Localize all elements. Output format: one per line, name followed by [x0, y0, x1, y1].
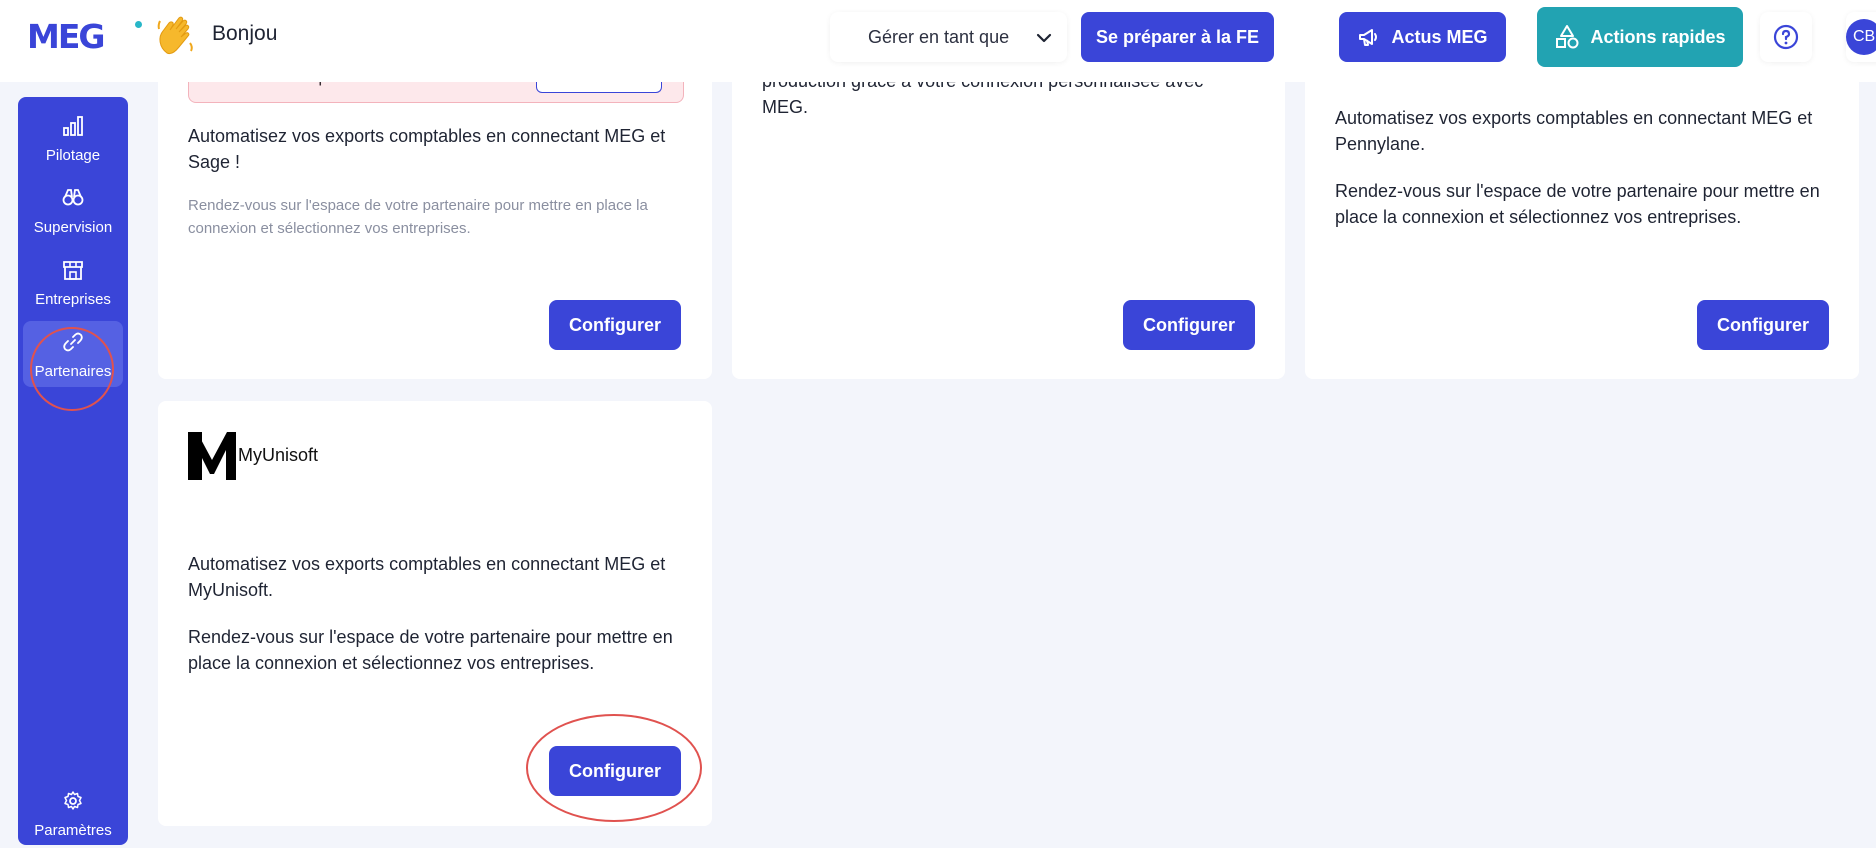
question-circle-icon — [1773, 24, 1799, 50]
sidebar: Pilotage Supervision Entreprises Partena… — [18, 97, 128, 845]
bar-chart-icon — [63, 116, 83, 136]
manage-as-select[interactable]: Gérer en tant que — [830, 12, 1067, 62]
sidebar-item-label: Partenaires — [34, 363, 112, 380]
store-icon — [63, 261, 83, 280]
sidebar-item-label: Pilotage — [45, 147, 101, 164]
link-icon — [63, 332, 83, 352]
avatar[interactable]: CB — [1846, 19, 1876, 55]
meg-logo[interactable]: MEG — [27, 17, 142, 57]
sidebar-item-entreprises[interactable]: Entreprises — [23, 249, 123, 315]
sidebar-item-partenaires[interactable]: Partenaires — [23, 321, 123, 387]
sidebar-item-parametres[interactable]: Paramètres — [23, 780, 123, 846]
sidebar-item-label: Paramètres — [34, 822, 112, 839]
user-menu[interactable]: CB — [1846, 12, 1876, 62]
card-description: Automatisez vos exports comptables en co… — [188, 126, 666, 172]
manage-as-label: Gérer en tant que — [868, 27, 1010, 47]
card-description: Automatisez vos exports comptables en co… — [1335, 108, 1813, 154]
chevron-down-icon — [1036, 33, 1052, 43]
card-note: Rendez-vous sur l'espace de votre parten… — [188, 197, 648, 237]
configure-pennylane-button[interactable]: Configurer — [1697, 300, 1829, 350]
quick-actions-button[interactable]: Actions rapides — [1537, 7, 1743, 67]
myunisoft-logo — [188, 432, 236, 480]
card-note: Rendez-vous sur l'espace de votre parten… — [188, 627, 673, 673]
greeting-text: Bonjou — [212, 22, 278, 45]
configure-myunisoft-button[interactable]: Configurer — [549, 746, 681, 796]
megaphone-icon — [1359, 29, 1378, 46]
configure-middle-button[interactable]: Configurer — [1123, 300, 1255, 350]
top-bar: MEG Bonjou Gérer en tant que Se préparer… — [0, 0, 1876, 82]
sidebar-item-pilotage[interactable]: Pilotage — [23, 105, 123, 171]
prepare-fe-button[interactable]: Se préparer à la FE — [1081, 12, 1274, 62]
logo-dot — [135, 21, 142, 28]
binoculars-icon — [62, 189, 84, 206]
gear-icon — [64, 791, 82, 810]
sidebar-item-label: Entreprises — [35, 291, 111, 308]
configure-sage-button[interactable]: Configurer — [549, 300, 681, 350]
myunisoft-name: MyUnisoft — [238, 445, 319, 465]
sidebar-item-label: Supervision — [33, 219, 113, 236]
card-description: Automatisez vos exports comptables en co… — [188, 554, 666, 600]
sidebar-item-supervision[interactable]: Supervision — [23, 177, 123, 243]
actus-meg-button[interactable]: Actus MEG — [1339, 12, 1506, 62]
help-button[interactable] — [1760, 12, 1812, 62]
card-note: Rendez-vous sur l'espace de votre parten… — [1335, 181, 1820, 227]
shapes-icon — [1556, 25, 1579, 49]
waving-hand-icon — [157, 16, 193, 55]
